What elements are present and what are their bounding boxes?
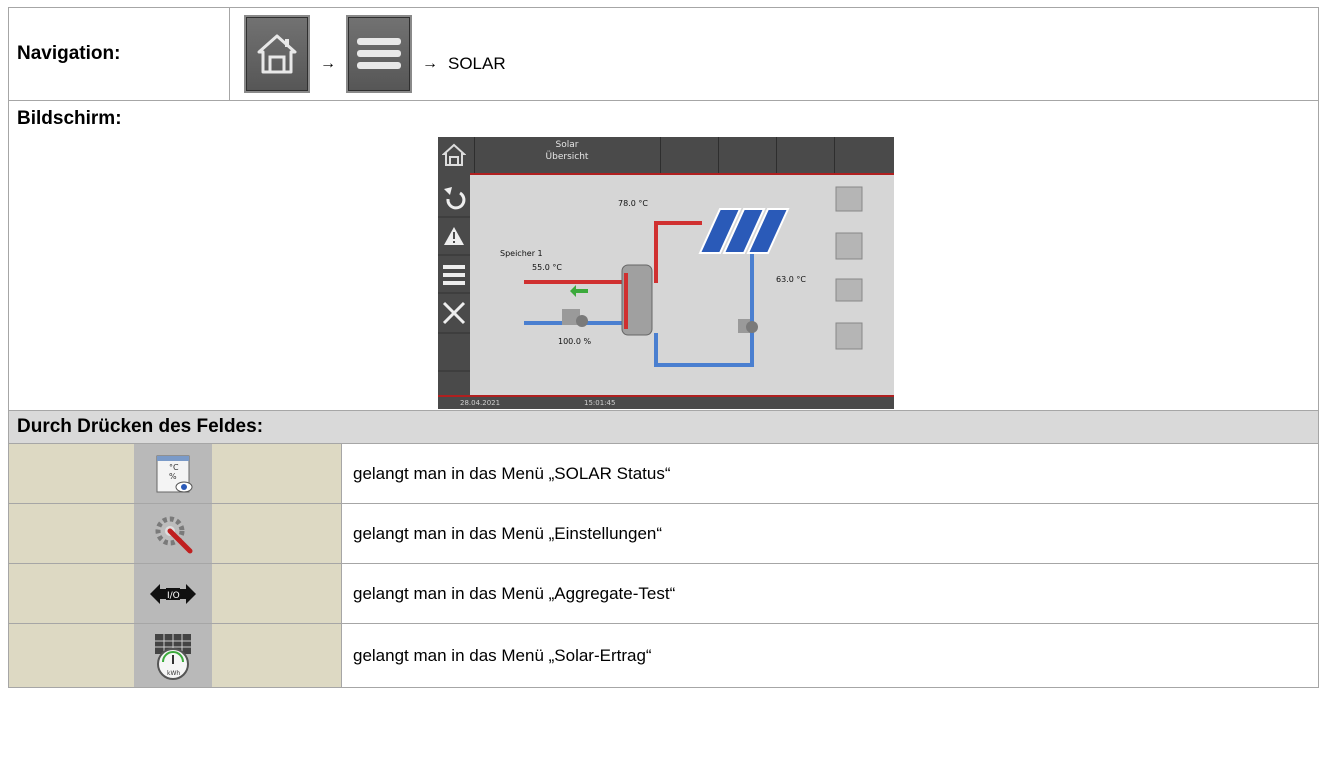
device-title: Solar Übersicht [474,139,660,163]
device-time: 15:01:45 [584,399,616,407]
device-home-icon [442,143,466,166]
home-button[interactable] [244,15,310,93]
svg-text:kWh: kWh [167,670,180,677]
io-test-icon: I/O [150,583,196,604]
nav-arrow-2: → [422,55,438,72]
collector-temp: 78.0 °C [618,199,648,208]
menu-item-row: gelangt man in das Menü „Einstellungen“ [9,504,1318,564]
status-icon: °C % [156,455,193,492]
menu-item-row: I/O gelangt man in das Menü „Aggregate-T… [9,564,1318,624]
device-topbar: Solar Übersicht [438,137,894,175]
solar-schematic [524,186,863,367]
device-tools-icon [442,301,466,325]
aggregate-test-button[interactable]: I/O [134,564,212,623]
solar-pump [738,319,758,333]
solar-yield-button[interactable]: kWh [134,624,212,687]
device-menu-icon [443,265,465,285]
device-warning-icon [444,227,464,245]
menu-item-row: °C % gelangt man in das Menü „SOLAR Stat… [9,444,1318,504]
nav-arrow-1: → [320,55,336,72]
device-sidebar [438,173,470,395]
device-right-buttons [835,186,863,350]
svg-text:°C: °C [169,463,179,472]
storage-temp: 55.0 °C [532,263,562,272]
device-statusbar: 28.04.2021 15:01:45 [438,395,894,409]
device-screenshot: Solar Übersicht 78.0 °C Speicher 1 55.0 … [438,137,894,409]
navigation-path: → → SOLAR [230,8,1318,100]
pressing-header: Durch Drücken des Feldes: [9,411,1318,444]
storage-pump [562,285,588,327]
settings-icon [155,516,193,553]
device-back-icon [444,187,466,210]
solar-doc-table: Navigation: → → SOLAR Bildschirm: Solar … [8,7,1319,688]
home-icon [257,34,297,74]
navigation-row: Navigation: → → SOLAR [9,8,1318,101]
menu-item-row: kWh gelangt man in das Menü „Solar-Ertra… [9,624,1318,687]
storage-tank [621,264,653,336]
menu-button[interactable] [346,15,412,93]
pump-percent: 100.0 % [558,337,592,346]
screen-row: Bildschirm: Solar Übersicht 78.0 °C Spei… [9,101,1318,411]
screen-label: Bildschirm: [17,108,122,129]
nav-target-solar: SOLAR [448,54,506,73]
device-title-line1: Solar [555,140,579,150]
solar-yield-icon: kWh [155,633,191,680]
svg-text:%: % [169,472,177,481]
menu-item-text: gelangt man in das Menü „Einstellungen“ [353,523,663,543]
return-temp: 63.0 °C [776,275,806,284]
settings-button[interactable] [134,504,212,563]
solar-collectors [698,208,790,254]
menu-icon [357,38,401,69]
storage-label: Speicher 1 [500,249,543,258]
menu-item-text: gelangt man in das Menü „Aggregate-Test“ [353,583,676,603]
solar-status-button[interactable]: °C % [134,444,212,503]
device-date: 28.04.2021 [460,399,501,407]
svg-text:I/O: I/O [167,591,180,601]
menu-item-text: gelangt man in das Menü „SOLAR Status“ [353,463,671,483]
menu-item-text: gelangt man in das Menü „Solar-Ertrag“ [353,645,652,665]
navigation-label: Navigation: [9,8,230,100]
device-title-line2: Übersicht [545,152,589,162]
